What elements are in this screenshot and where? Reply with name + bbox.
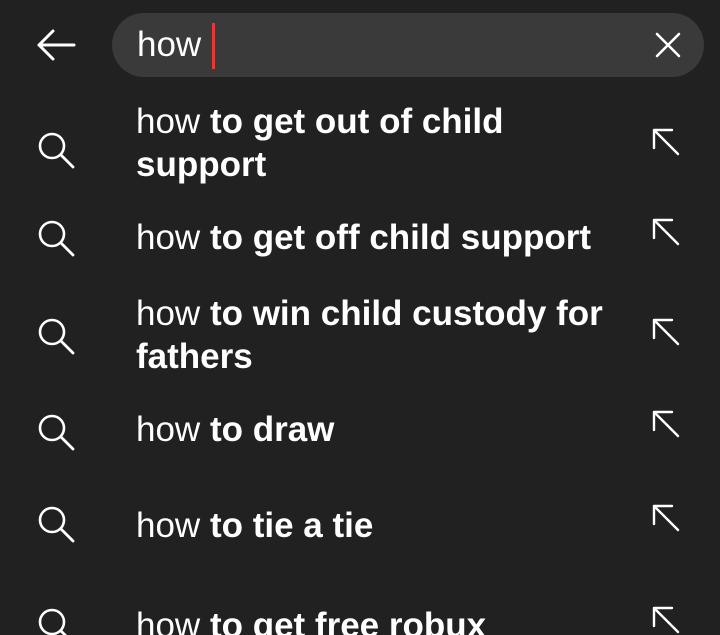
search-icon	[38, 220, 75, 257]
fill-query-button[interactable]	[646, 404, 686, 444]
text-caret	[212, 23, 215, 69]
arrow-up-left-icon	[652, 318, 680, 346]
search-icon	[38, 132, 75, 169]
arrow-left-icon	[37, 29, 76, 61]
fill-query-button[interactable]	[646, 212, 686, 252]
search-icon	[38, 506, 75, 543]
suggestion-item[interactable]: how to tie a tie	[0, 482, 720, 578]
arrow-up-left-icon	[652, 504, 680, 532]
suggestion-label: how to draw	[136, 410, 335, 449]
suggestion-label: how to get off child support	[136, 218, 591, 257]
suggestion-label: how to tie a tie	[136, 506, 374, 545]
suggestion-item[interactable]: how to get free robux	[0, 584, 720, 635]
back-button[interactable]	[26, 22, 86, 68]
suggestion-item[interactable]: how to get off child support	[0, 198, 720, 282]
suggestion-item[interactable]: how to get out of child support	[0, 98, 720, 194]
search-icon	[38, 318, 75, 355]
clear-search-button[interactable]	[648, 25, 688, 65]
arrow-up-left-icon	[652, 128, 680, 156]
search-query-text[interactable]: how	[137, 25, 201, 65]
suggestion-item[interactable]: how to draw	[0, 390, 720, 478]
close-icon	[655, 32, 681, 58]
fill-query-button[interactable]	[646, 122, 686, 162]
arrow-up-left-icon	[652, 410, 680, 438]
search-header: how	[0, 0, 720, 90]
suggestion-item[interactable]: how to win child custody for fathers	[0, 286, 720, 386]
fill-query-button[interactable]	[646, 498, 686, 538]
arrow-up-left-icon	[652, 606, 680, 634]
fill-query-button[interactable]	[646, 600, 686, 635]
search-icon	[38, 414, 75, 451]
arrow-up-left-icon	[652, 218, 680, 246]
search-icon	[38, 608, 67, 635]
fill-query-button[interactable]	[646, 312, 686, 352]
search-input[interactable]: how	[112, 13, 704, 77]
suggestion-label: how to get free robux	[136, 606, 487, 635]
suggestion-label: how to win child custody for fathers	[136, 294, 603, 376]
suggestion-label: how to get out of child support	[136, 102, 504, 184]
